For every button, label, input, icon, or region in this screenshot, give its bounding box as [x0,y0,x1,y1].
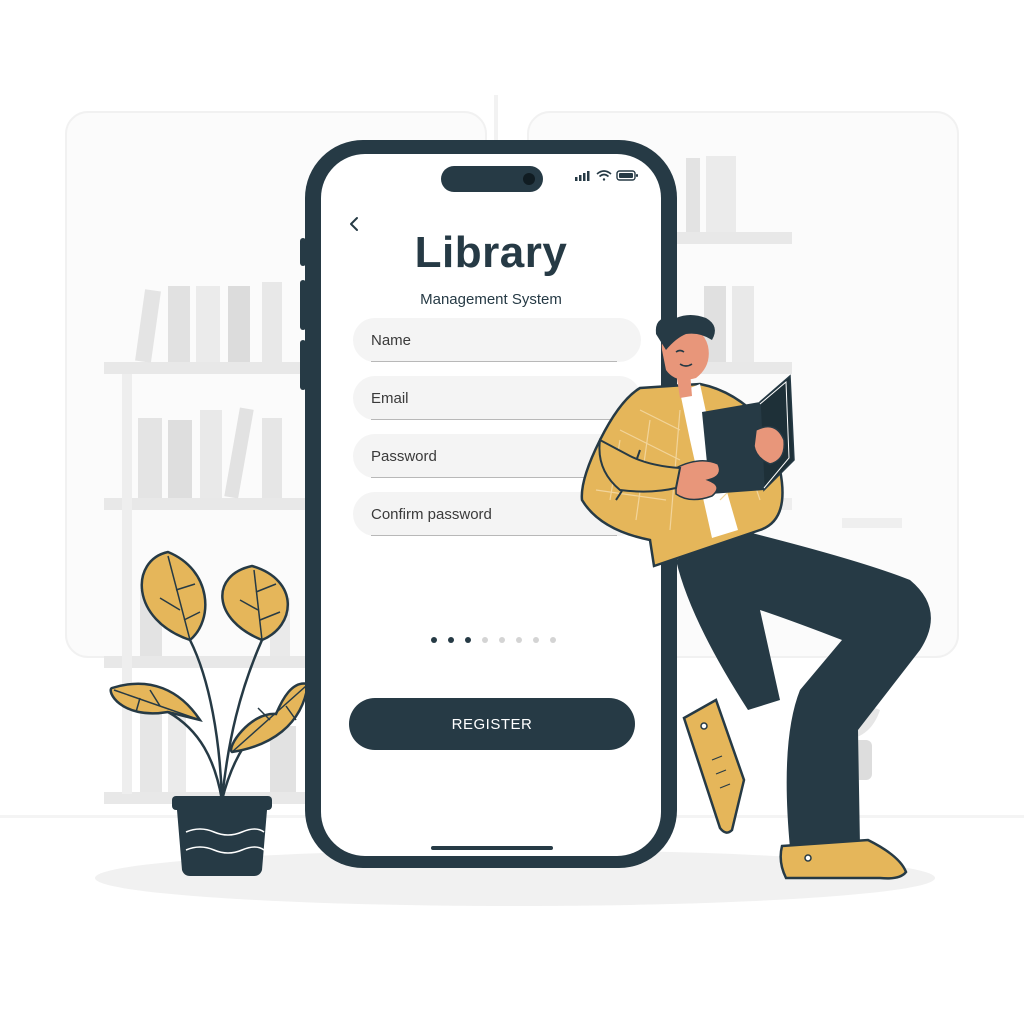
illustration-scene: Library Management System REGISTER [0,0,1024,1024]
password-input[interactable] [353,434,641,478]
page-title: Library [414,228,568,277]
page-indicator-dot [448,637,454,643]
dynamic-island [441,166,543,192]
signal-icon [575,171,590,181]
camera-icon [523,173,535,185]
phone-frame: Library Management System REGISTER [300,140,677,868]
page-indicator-dot [550,637,556,643]
register-button[interactable]: REGISTER [349,698,635,750]
page-indicator-dot [465,637,471,643]
phone-volume-down [300,340,306,390]
status-bar [575,170,638,181]
page-indicator-dot [482,637,488,643]
field-underline [371,361,617,362]
name-input[interactable] [353,318,641,362]
email-input[interactable] [353,376,641,420]
home-indicator [431,846,553,850]
field-underline [371,477,617,478]
page-indicator-dot [499,637,505,643]
name-field [353,318,641,362]
password-field [353,434,641,478]
wifi-icon [596,170,612,181]
page-indicator-dot [533,637,539,643]
page-indicator [431,637,561,647]
phone-screen: Library Management System REGISTER [321,154,661,856]
email-field [353,376,641,420]
confirm-password-field [353,492,641,536]
page-indicator-dot [431,637,437,643]
battery-icon [616,170,638,181]
field-underline [371,419,617,420]
page-subtitle: Management System [420,291,562,308]
phone-mute-switch [300,238,306,266]
confirm-password-input[interactable] [353,492,641,536]
field-underline [371,535,617,536]
phone-volume-up [300,280,306,330]
small-plant-right [818,690,880,780]
page-indicator-dot [516,637,522,643]
